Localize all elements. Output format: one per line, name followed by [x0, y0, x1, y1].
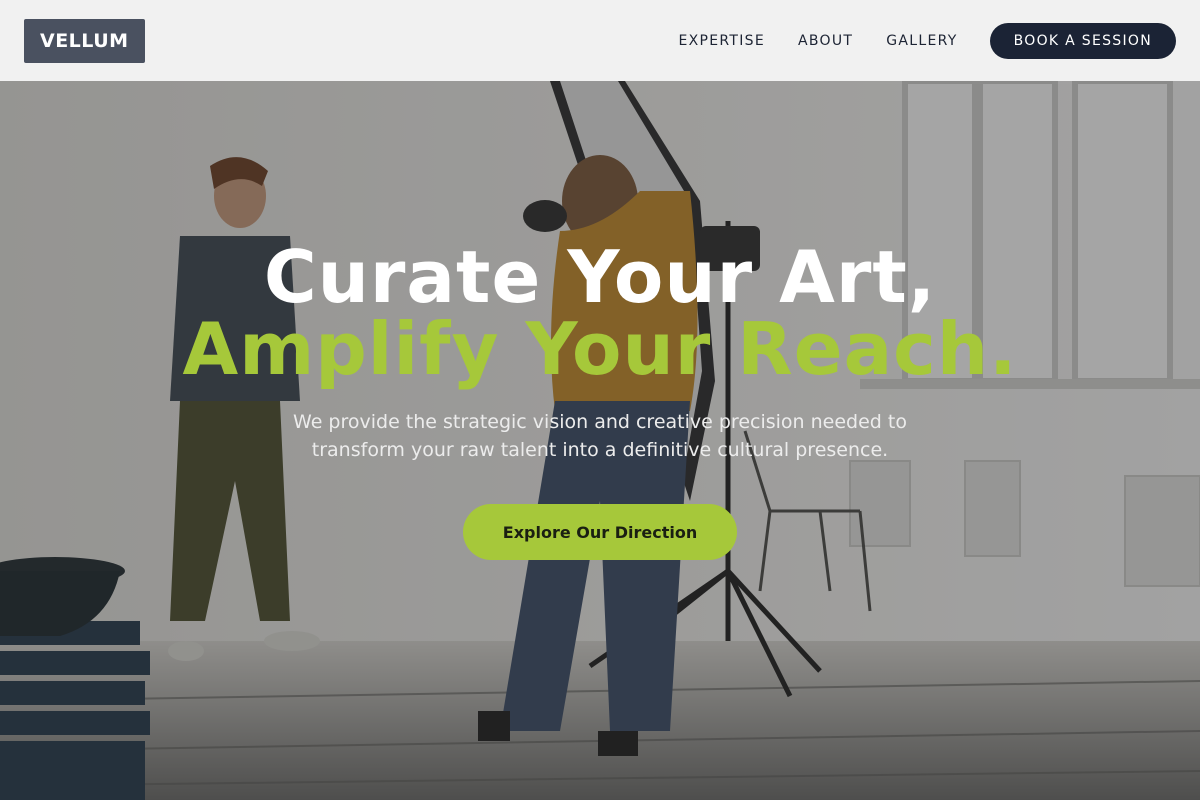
explore-direction-button[interactable]: Explore Our Direction	[463, 504, 737, 560]
hero-headline-line-2: Amplify Your Reach.	[182, 307, 1018, 391]
hero-headline-line-1: Curate Your Art,	[263, 235, 937, 319]
nav-link-about[interactable]: ABOUT	[798, 33, 853, 49]
main-nav: EXPERTISE ABOUT GALLERY BOOK A SESSION	[678, 22, 1176, 59]
logo[interactable]: VELLUM	[24, 18, 145, 63]
site-header: VELLUM EXPERTISE ABOUT GALLERY BOOK A SE…	[0, 0, 1200, 81]
book-session-button[interactable]: BOOK A SESSION	[989, 22, 1176, 59]
hero-subtext: We provide the strategic vision and crea…	[293, 411, 907, 461]
nav-link-gallery[interactable]: GALLERY	[886, 33, 957, 49]
nav-link-expertise[interactable]: EXPERTISE	[678, 33, 765, 49]
hero-content: Curate Your Art, Amplify Your Reach. We …	[0, 81, 1200, 800]
hero-section: Curate Your Art, Amplify Your Reach. We …	[0, 81, 1200, 800]
